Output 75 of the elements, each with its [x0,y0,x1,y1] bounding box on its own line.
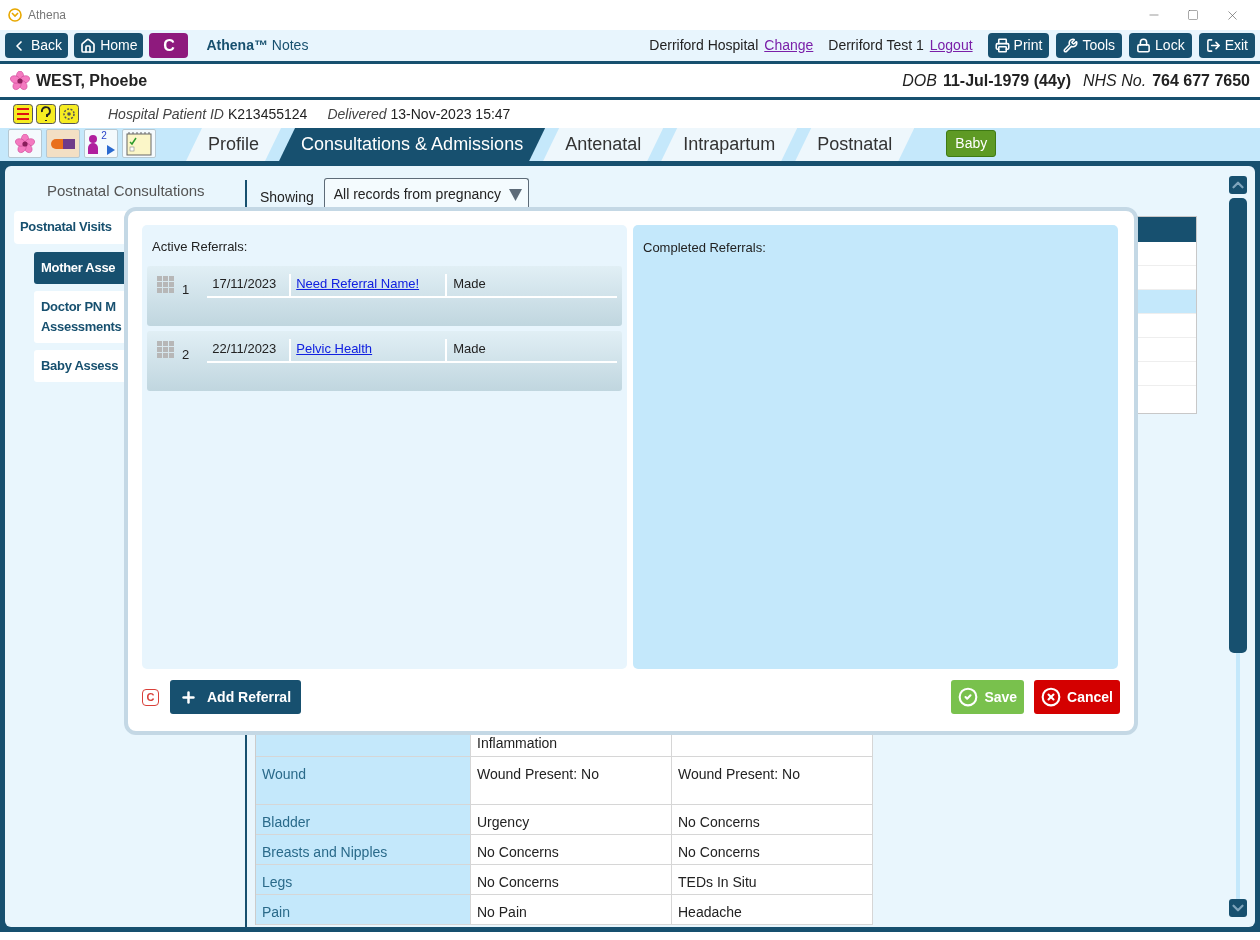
delivered-label: Delivered [327,104,387,124]
section-tab[interactable]: Antenatal [543,128,664,161]
section-tab[interactable]: Consultations & Admissions [279,128,546,161]
toolbar-button[interactable]: Lock [1129,33,1192,58]
grip-icon[interactable] [157,340,175,359]
dob-label: DOB [902,70,937,91]
nhs-value: 764 677 7650 [1152,70,1250,91]
referral-row[interactable]: 1 17/11/2023 Need Referral Name! Made [147,265,622,326]
pill-shortcut-icon[interactable] [46,129,80,158]
scroll-down-icon[interactable] [1229,899,1247,917]
patient-name: WEST, Phoebe [36,70,148,91]
table-cell: Wound [256,757,471,804]
section-tab[interactable]: Profile [186,128,282,161]
completed-referrals-title: Completed Referrals: [643,240,766,255]
lock-icon [1136,38,1152,53]
records-dropdown[interactable]: All records from pregnancy [323,178,529,210]
table-cell: Pain [256,895,471,924]
app-title: Athena™ Notes [206,36,309,55]
flower-icon [15,133,35,154]
referral-number: 2 [182,345,190,364]
user-text: Derriford Test 1 [828,36,924,55]
home-icon [80,37,97,54]
patient-flower-icon [10,70,30,91]
table-cell: Bladder [256,805,471,834]
section-tab[interactable]: Intrapartum [661,128,798,161]
referral-status: Made [445,338,486,361]
referral-date: 17/11/2023 [211,274,278,293]
referral-status: Made [445,273,486,296]
referral-number: 1 [182,280,190,299]
toolbar-button[interactable]: Exit [1198,33,1255,58]
check-icon [958,687,979,707]
app-logo-icon [8,8,22,22]
referral-link[interactable]: Need Referral Name! [289,273,446,296]
c-button[interactable]: C [149,33,189,58]
delivered-date: 13-Nov-2023 15:47 [390,104,511,124]
window-title: Athena [28,7,67,24]
add-referral-button[interactable]: Add Referral [170,680,302,714]
scroll-up-icon[interactable] [1229,176,1247,194]
table-cell: Legs [256,865,471,894]
active-referrals-title: Active Referrals: [152,238,249,256]
exit-icon [1205,38,1221,53]
patient-id: K213455124 [227,104,308,124]
change-link[interactable]: Change [764,35,814,56]
play-arrow-icon [106,145,115,155]
toolbar-button[interactable]: Print [987,33,1050,58]
table-cell: Breasts and Nipples [256,835,471,864]
toolbar-button[interactable]: Tools [1056,33,1123,58]
nav-button[interactable]: Home [74,33,144,58]
tools-icon [1063,38,1079,53]
grip-icon[interactable] [157,275,175,294]
cancel-icon [1041,687,1062,707]
section-tab[interactable]: Postnatal [795,128,915,161]
notepad-shortcut-icon[interactable] [122,129,156,158]
scrollbar[interactable] [1228,176,1248,917]
print-icon [994,38,1010,53]
sidebar-title: Postnatal Consultations [47,181,206,201]
plus-icon [180,688,197,706]
referral-link[interactable]: Pelvic Health [289,338,446,361]
maximize-icon[interactable] [1187,9,1199,21]
baby-count-shortcut[interactable]: 2 [84,129,118,158]
nhs-label: NHS No. [1083,70,1147,91]
location-text: Derriford Hospital [649,36,759,55]
flower-shortcut-icon[interactable] [8,129,42,158]
referral-row[interactable]: 2 22/11/2023 Pelvic Health Made [147,330,622,391]
patient-id-label: Hospital Patient ID [108,104,224,124]
alert-icons-drawing[interactable] [13,104,80,124]
referral-date: 22/11/2023 [211,339,278,358]
logout-link[interactable]: Logout [929,35,973,56]
nav-button[interactable]: Back [5,33,69,58]
filter-label: Showing [260,187,314,207]
dropdown-caret-icon [509,188,522,201]
dob-value: 11-Jul-1979 (44y) [942,70,1071,91]
c-mark: C [142,688,159,706]
baby-count: 2 [101,130,107,142]
cancel-button[interactable]: Cancel [1034,680,1120,714]
